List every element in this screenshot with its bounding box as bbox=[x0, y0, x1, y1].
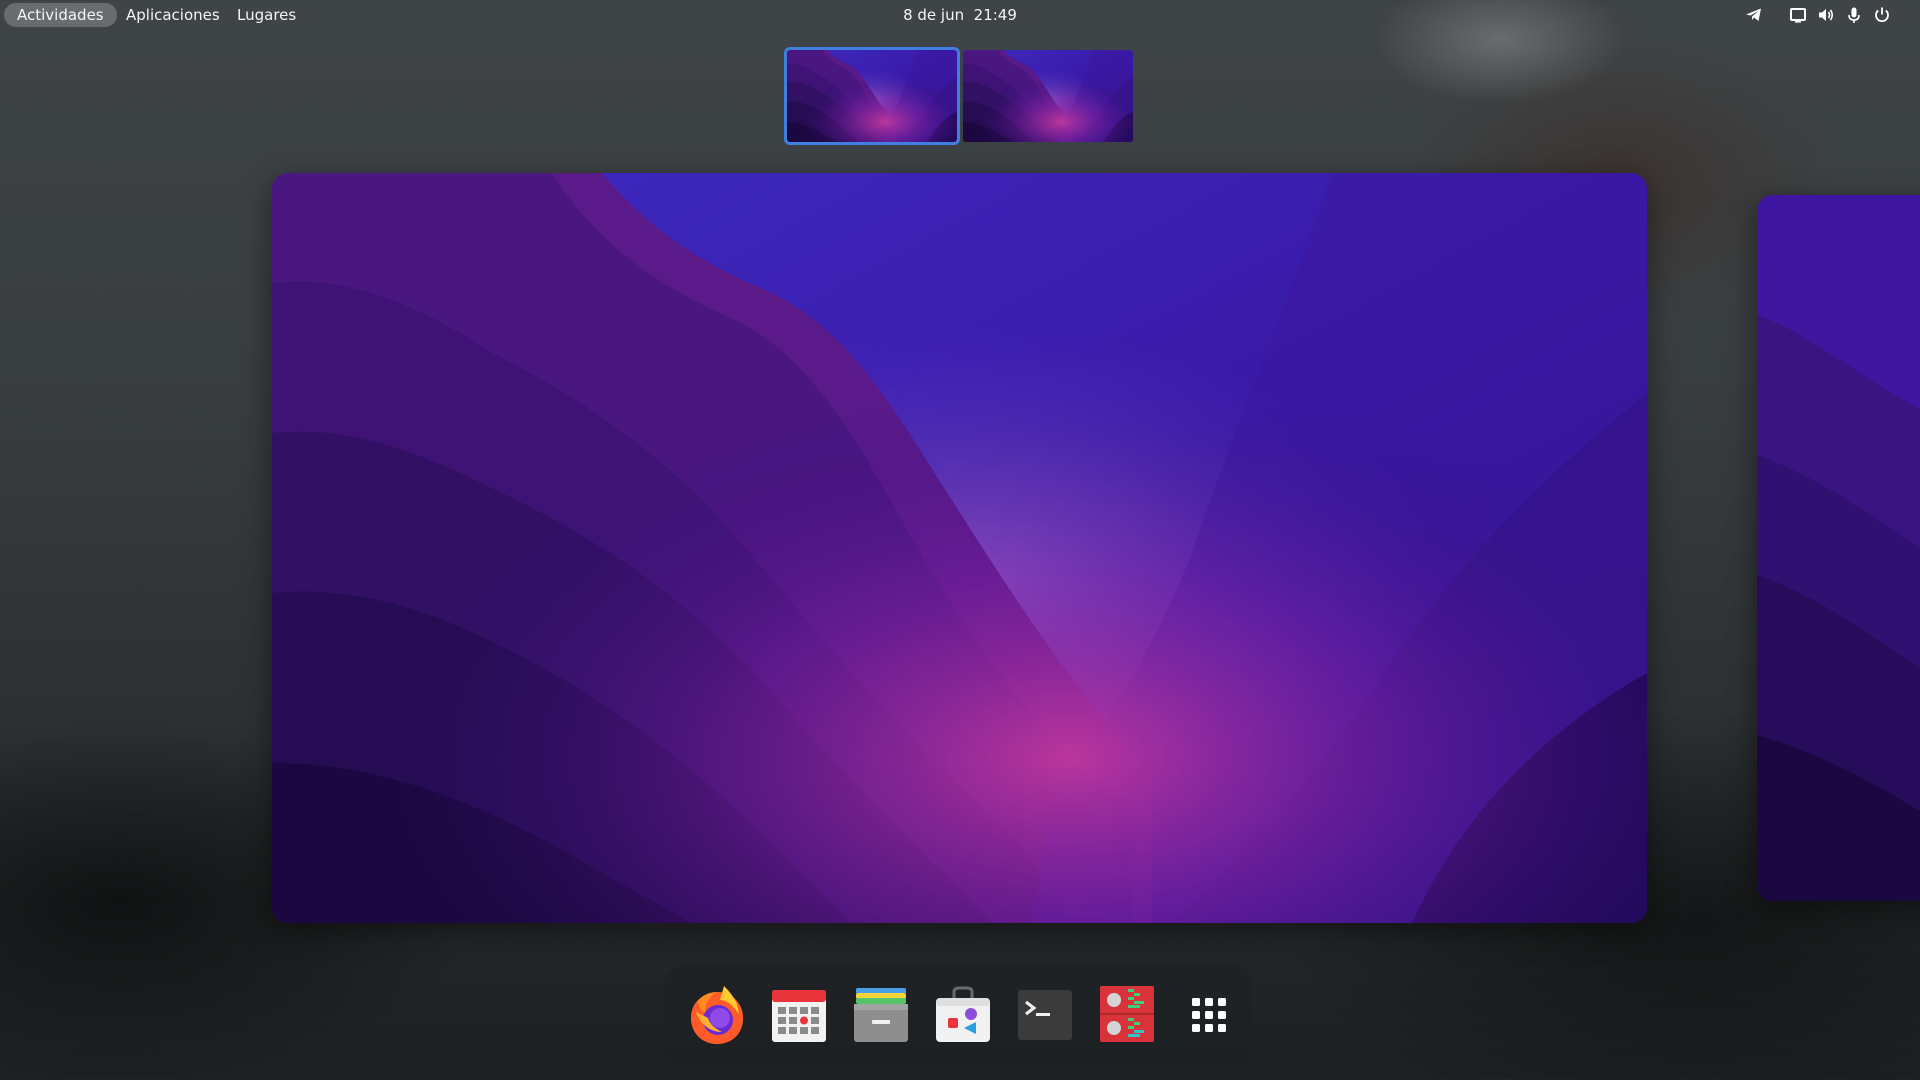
applications-menu[interactable]: Aplicaciones bbox=[113, 3, 233, 27]
system-tray[interactable] bbox=[1744, 5, 1914, 25]
terminal-icon[interactable] bbox=[1010, 980, 1080, 1050]
workspace-preview-next[interactable] bbox=[1757, 195, 1920, 901]
clock-date[interactable]: 8 de jun bbox=[903, 6, 964, 24]
telegram-icon[interactable] bbox=[1744, 5, 1764, 25]
calendar-icon[interactable] bbox=[764, 980, 834, 1050]
power-icon[interactable] bbox=[1872, 5, 1892, 25]
workspace-preview-current[interactable] bbox=[272, 173, 1647, 923]
volume-icon[interactable] bbox=[1816, 5, 1836, 25]
clock-time[interactable]: 21:49 bbox=[974, 6, 1017, 24]
firefox-icon[interactable] bbox=[682, 980, 752, 1050]
software-center-icon[interactable] bbox=[928, 980, 998, 1050]
top-bar: Actividades Aplicaciones Lugares 8 de ju… bbox=[0, 0, 1920, 30]
workspace-thumbnail-1[interactable] bbox=[784, 47, 960, 145]
microphone-icon[interactable] bbox=[1844, 5, 1864, 25]
screen-icon[interactable] bbox=[1788, 5, 1808, 25]
workspace-thumbnail-2[interactable] bbox=[963, 50, 1133, 142]
dash bbox=[664, 965, 1254, 1065]
app-grid-icon[interactable] bbox=[1174, 980, 1244, 1050]
activities-button[interactable]: Actividades bbox=[4, 3, 117, 27]
archive-manager-icon[interactable] bbox=[1092, 980, 1162, 1050]
places-menu[interactable]: Lugares bbox=[224, 3, 309, 27]
files-icon[interactable] bbox=[846, 980, 916, 1050]
